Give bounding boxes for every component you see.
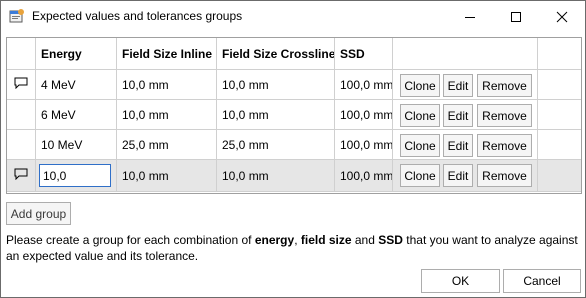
- table-row[interactable]: 6 MeV 10,0 mm 10,0 mm 100,0 mm Clone Edi…: [7, 100, 581, 130]
- close-icon: [556, 11, 568, 22]
- close-button[interactable]: [539, 1, 585, 32]
- energy-cell[interactable]: 4 MeV: [36, 70, 117, 100]
- comment-icon[interactable]: [14, 168, 28, 183]
- remove-button[interactable]: Remove: [477, 164, 532, 187]
- ok-button[interactable]: OK: [421, 269, 500, 293]
- ssd-cell[interactable]: 100,0 mm: [335, 100, 393, 130]
- help-keyword-field-size: field size: [300, 233, 352, 247]
- help-text-sep: ,: [294, 233, 301, 247]
- inline-cell[interactable]: 10,0 mm: [117, 160, 217, 192]
- groups-table: Energy Field Size Inline Field Size Cros…: [6, 37, 582, 194]
- help-keyword-ssd: SSD: [378, 233, 403, 247]
- header-field-size-crossline[interactable]: Field Size Crossline: [217, 38, 335, 70]
- ssd-cell[interactable]: 100,0 mm: [335, 70, 393, 100]
- maximize-icon: [511, 11, 521, 22]
- crossline-cell[interactable]: 10,0 mm: [217, 160, 335, 192]
- cancel-button[interactable]: Cancel: [503, 269, 581, 293]
- ssd-cell[interactable]: 100,0 mm: [335, 130, 393, 160]
- header-energy[interactable]: Energy: [36, 38, 117, 70]
- edit-button[interactable]: Edit: [443, 104, 473, 127]
- energy-cell[interactable]: 10 MeV: [36, 130, 117, 160]
- actions-cell: Clone Edit Remove: [393, 130, 538, 160]
- filler-cell: [538, 100, 581, 130]
- header-ssd[interactable]: SSD: [335, 38, 393, 70]
- help-text: Please create a group for each combinati…: [6, 232, 581, 264]
- inline-cell[interactable]: 25,0 mm: [117, 130, 217, 160]
- table-row[interactable]: 10 MeV 25,0 mm 25,0 mm 100,0 mm Clone Ed…: [7, 130, 581, 160]
- minimize-button[interactable]: [447, 1, 493, 32]
- actions-cell: Clone Edit Remove: [393, 70, 538, 100]
- remove-button[interactable]: Remove: [477, 104, 532, 127]
- filler-cell: [538, 160, 581, 192]
- minimize-icon: [465, 16, 475, 18]
- row-indicator: [7, 160, 36, 192]
- table-row[interactable]: 4 MeV 10,0 mm 10,0 mm 100,0 mm Clone Edi…: [7, 70, 581, 100]
- dialog-window: Expected values and tolerances groups En…: [0, 0, 586, 298]
- crossline-cell[interactable]: 10,0 mm: [217, 100, 335, 130]
- filler-cell: [538, 70, 581, 100]
- row-indicator: [7, 70, 36, 100]
- clone-button[interactable]: Clone: [400, 164, 440, 187]
- energy-cell[interactable]: 10,0: [36, 160, 117, 192]
- actions-cell: Clone Edit Remove: [393, 100, 538, 130]
- clone-button[interactable]: Clone: [400, 74, 440, 97]
- window-title: Expected values and tolerances groups: [32, 9, 243, 23]
- maximize-button[interactable]: [493, 1, 539, 32]
- edit-button[interactable]: Edit: [443, 164, 473, 187]
- row-indicator: [7, 100, 36, 130]
- inline-cell[interactable]: 10,0 mm: [117, 70, 217, 100]
- help-keyword-energy: energy: [254, 233, 295, 247]
- add-group-button[interactable]: Add group: [6, 202, 71, 225]
- crossline-cell[interactable]: 10,0 mm: [217, 70, 335, 100]
- row-indicator: [7, 130, 36, 160]
- clone-button[interactable]: Clone: [400, 134, 440, 157]
- actions-cell: Clone Edit Remove: [393, 160, 538, 192]
- header-indicator: [7, 38, 36, 70]
- app-dialog-icon: [9, 8, 25, 24]
- table-header-row: Energy Field Size Inline Field Size Cros…: [7, 38, 581, 70]
- edit-button[interactable]: Edit: [443, 134, 473, 157]
- header-field-size-inline[interactable]: Field Size Inline: [117, 38, 217, 70]
- title-bar[interactable]: Expected values and tolerances groups: [1, 1, 585, 32]
- header-actions: [393, 38, 538, 70]
- table-row-selected[interactable]: 10,0 10,0 mm 10,0 mm 100,0 mm Clone Edit…: [7, 160, 581, 192]
- edit-button[interactable]: Edit: [443, 74, 473, 97]
- help-text-sep: and: [351, 233, 379, 247]
- filler-cell: [538, 130, 581, 160]
- help-text-part: Please create a group for each combinati…: [6, 233, 255, 247]
- energy-cell[interactable]: 6 MeV: [36, 100, 117, 130]
- ssd-cell[interactable]: 100,0 mm: [335, 160, 393, 192]
- comment-icon[interactable]: [14, 77, 28, 92]
- energy-input[interactable]: 10,0: [39, 164, 111, 187]
- remove-button[interactable]: Remove: [477, 74, 532, 97]
- header-filler: [538, 38, 581, 70]
- crossline-cell[interactable]: 25,0 mm: [217, 130, 335, 160]
- inline-cell[interactable]: 10,0 mm: [117, 100, 217, 130]
- remove-button[interactable]: Remove: [477, 134, 532, 157]
- clone-button[interactable]: Clone: [400, 104, 440, 127]
